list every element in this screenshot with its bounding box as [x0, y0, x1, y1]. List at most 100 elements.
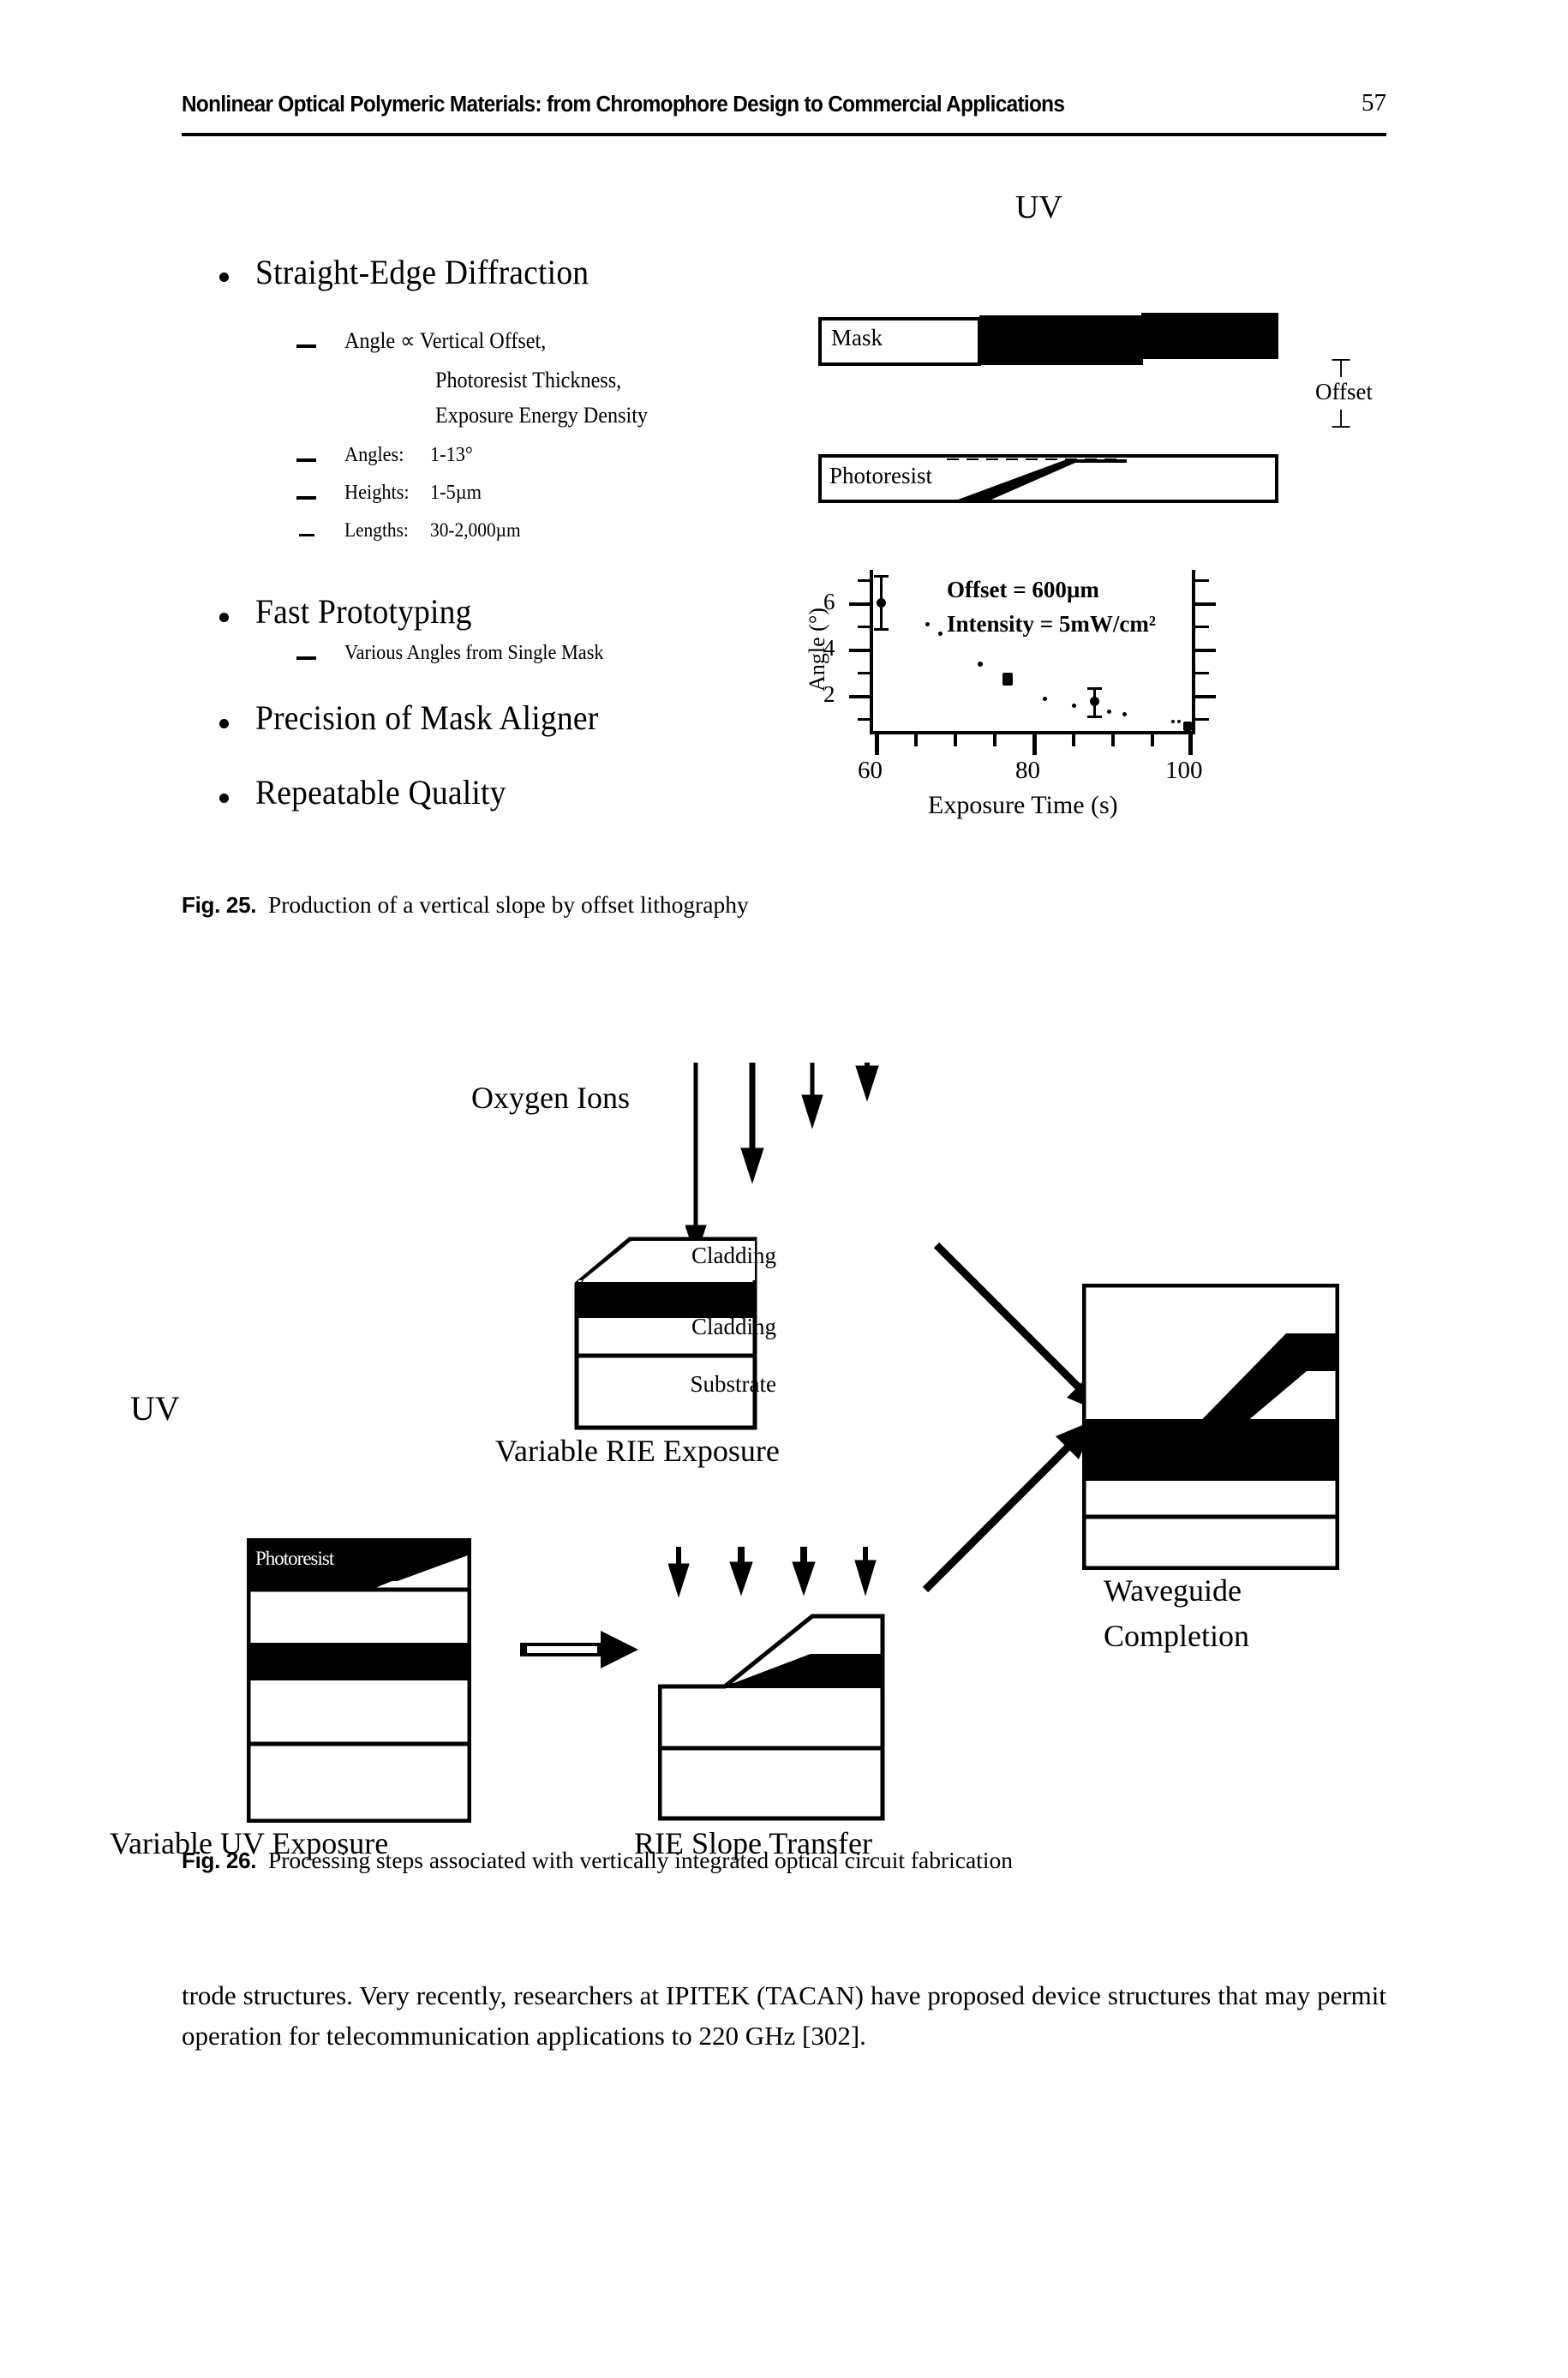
- plot-annotation-intensity: Intensity = 5mW/cm²: [947, 611, 1156, 637]
- step-label-variable-rie-exposure: Variable RIE Exposure: [495, 1434, 780, 1468]
- bullet-straight-edge-diffraction: Straight-Edge Diffraction: [255, 253, 589, 291]
- sub-angles-value: 1-13°: [430, 444, 473, 466]
- plot-ytick-major: [849, 602, 871, 606]
- uv-photoresist-label: Photoresist: [255, 1548, 334, 1569]
- fig25-artwork: UV Mask ⊤ Offset ⊥ Photoresist 6 4 2 60 …: [754, 189, 1388, 870]
- bullet-marker: [219, 794, 229, 803]
- plot-xtick-minor: [1151, 733, 1154, 746]
- fig26-caption: Fig. 26. Processing steps associated wit…: [182, 1847, 1013, 1874]
- plot-annotation-offset: Offset = 600µm: [947, 577, 1099, 602]
- plot-xtick-major: [875, 733, 879, 755]
- plot-ytick-right: [1194, 672, 1209, 674]
- dash-marker: [296, 656, 316, 660]
- offset-label: Offset: [1315, 379, 1373, 404]
- sub-angle-proportional-line2: Photoresist Thickness,: [435, 368, 622, 392]
- plot-data-point-dust: [1122, 712, 1127, 716]
- sub-heights-value: 1-5µm: [430, 482, 482, 504]
- sub-lengths-label: Lengths:: [344, 519, 409, 541]
- oxygen-ions-label: Oxygen Ions: [471, 1081, 630, 1115]
- plot-ytick-minor: [858, 672, 871, 674]
- plot-data-point-dust: [925, 622, 930, 626]
- photoresist-label: Photoresist: [829, 463, 933, 488]
- bullet-marker: [219, 273, 229, 282]
- rie-substrate-label: Substrate: [690, 1371, 777, 1397]
- plot-y-axis-title: Angle (°): [804, 608, 829, 692]
- plot-data-point-dust: [1171, 720, 1175, 723]
- arrow-slope-transfer-to-waveguide: [922, 1420, 1095, 1593]
- bullet-precision-mask-aligner: Precision of Mask Aligner: [255, 698, 599, 737]
- plot-errorbar-cap: [874, 575, 889, 578]
- bullet-marker: [219, 719, 229, 728]
- mask-label: Mask: [831, 325, 883, 350]
- bullet-repeatable-quality: Repeatable Quality: [255, 773, 506, 812]
- plot-data-point: [877, 598, 886, 608]
- plot-errorbar-cap: [1087, 716, 1102, 718]
- plot-xtick-minor: [1072, 733, 1075, 746]
- plot-data-point-dust: [938, 632, 943, 636]
- rie-arrows-slope-transfer: [668, 1547, 877, 1598]
- plot-xtick-minor: [914, 733, 918, 746]
- sub-lengths-value: 30-2,000µm: [430, 519, 521, 541]
- plot-ytick-right: [1194, 602, 1216, 606]
- sub-angle-proportional-line3: Exposure Energy Density: [435, 403, 649, 428]
- fig26-caption-text: Processing steps associated with vertica…: [267, 1847, 1013, 1873]
- fig25-caption-number: Fig. 25.: [182, 892, 257, 918]
- dash-marker: [299, 534, 314, 536]
- rie-slope-transfer-stack: [658, 1614, 885, 1821]
- dash-marker: [296, 496, 316, 500]
- plot-data-point: [1090, 697, 1099, 706]
- plot-ytick-major: [849, 649, 871, 652]
- plot-data-point-dust: [1107, 710, 1111, 714]
- rie-cladding-top-label: Cladding: [691, 1243, 776, 1268]
- variable-uv-exposure-stack: [247, 1538, 471, 1823]
- fig25-caption-text: Production of a vertical slope by offset…: [267, 891, 749, 918]
- plot-ytick-right: [1194, 718, 1209, 721]
- plot-ytick-right: [1194, 579, 1209, 582]
- mask-opaque-region-2: [1141, 313, 1278, 359]
- rie-cladding-bottom-label: Cladding: [691, 1314, 776, 1339]
- fig26-caption-number: Fig. 26.: [182, 1848, 257, 1873]
- waveguide-completion-stack: [1082, 1284, 1339, 1570]
- mask-opaque-region: [979, 315, 1143, 365]
- plot-ytick-minor: [858, 626, 871, 628]
- dash-marker: [296, 458, 316, 462]
- plot-data-point: [1183, 722, 1192, 731]
- page-number: 57: [1362, 89, 1386, 117]
- sub-angle-proportional-line1: Angle ∝ Vertical Offset,: [344, 328, 547, 353]
- plot-ytick-minor: [858, 718, 871, 721]
- plot-data-point-dust: [978, 662, 983, 667]
- plot-ytick-major: [849, 695, 871, 698]
- uv-label: UV: [1015, 189, 1062, 225]
- sub-angles-label: Angles:: [344, 444, 404, 466]
- plot-ytick-right: [1194, 695, 1216, 698]
- sub-various-angles: Various Angles from Single Mask: [344, 642, 604, 664]
- plot-data-point-dust: [1043, 697, 1047, 701]
- body-paragraph-container: trode structures. Very recently, researc…: [182, 1975, 1386, 2056]
- plot-y-axis-right: [1192, 570, 1195, 734]
- header-rule: [182, 133, 1386, 136]
- plot-ytick-right: [1194, 649, 1216, 652]
- plot-x-axis-title: Exposure Time (s): [928, 791, 1118, 819]
- plot-xtick-minor: [954, 733, 957, 746]
- plot-y-axis: [870, 570, 873, 734]
- offset-caliper-bottom: ⊥: [1330, 405, 1353, 434]
- plot-xtick-label-100: 100: [1165, 757, 1203, 784]
- plot-errorbar-cap: [1087, 687, 1102, 690]
- step-label-waveguide-line2: Completion: [1104, 1619, 1249, 1653]
- plot-errorbar-cap: [874, 628, 889, 631]
- bullet-marker: [219, 613, 229, 622]
- plot-xtick-minor: [993, 733, 996, 746]
- uv-label-bottom: UV: [130, 1389, 180, 1428]
- bullet-fast-prototyping: Fast Prototyping: [255, 592, 472, 631]
- arrow-uv-to-slope-transfer: [520, 1631, 638, 1668]
- plot-xtick-label-80: 80: [1015, 757, 1040, 784]
- running-head-title: Nonlinear Optical Polymeric Materials: f…: [182, 93, 1065, 117]
- sub-heights-label: Heights:: [344, 482, 410, 504]
- plot-xtick-major: [1032, 733, 1037, 755]
- plot-ytick-right: [1194, 626, 1209, 628]
- dash-marker: [296, 344, 316, 348]
- plot-xtick-major: [1188, 733, 1193, 755]
- plot-data-point-dust: [1177, 720, 1181, 723]
- body-paragraph: trode structures. Very recently, researc…: [182, 1980, 1386, 2051]
- plot-data-point: [1002, 673, 1013, 686]
